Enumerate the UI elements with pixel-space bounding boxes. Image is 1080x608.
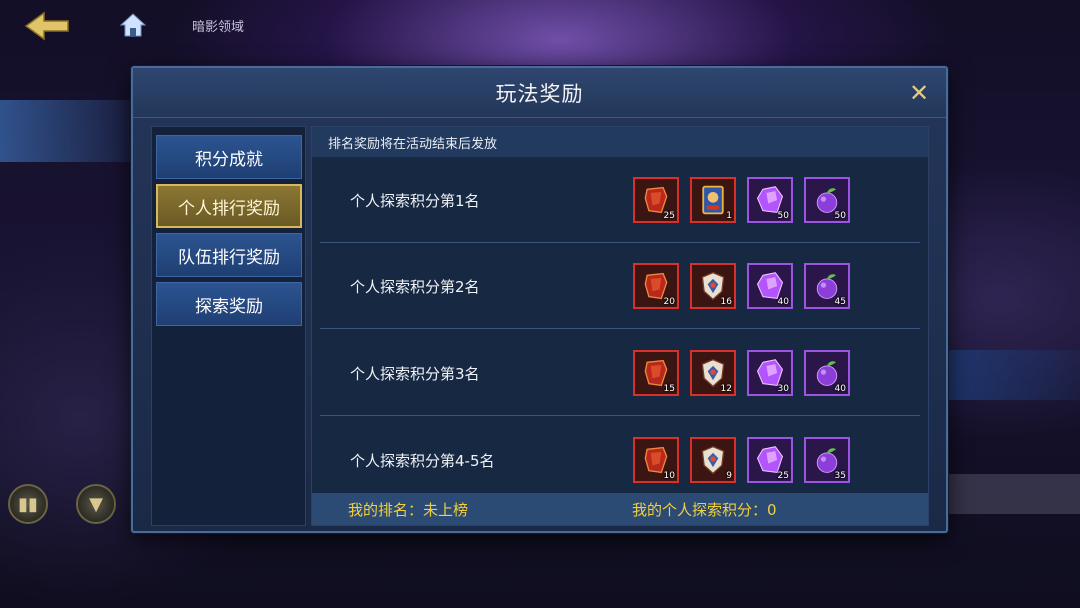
reward-item-slot[interactable]: 10 — [633, 437, 679, 483]
item-quantity: 45 — [834, 297, 846, 307]
shield-crest-icon — [697, 444, 729, 476]
back-arrow-icon[interactable] — [22, 8, 72, 44]
reward-items: 10 9 25 35 — [633, 437, 850, 483]
right-side-panel — [946, 350, 1080, 400]
notice-text: 排名奖励将在活动结束后发放 — [312, 127, 928, 157]
item-quantity: 40 — [777, 297, 789, 307]
item-quantity: 16 — [720, 297, 732, 307]
item-quantity: 25 — [777, 471, 789, 481]
item-quantity: 25 — [663, 211, 675, 221]
item-quantity: 35 — [834, 471, 846, 481]
tab-team-ranking[interactable]: 队伍排行奖励 — [156, 233, 302, 277]
rewards-content: 排名奖励将在活动结束后发放 个人探索积分第1名 25 1 50 50 个人探索积分第2名 2… — [311, 126, 929, 526]
rewards-dialog: 玩法奖励 ✕ 积分成就 个人排行奖励 队伍排行奖励 探索奖励 排名奖励将在活动结… — [131, 66, 948, 533]
rank-label: 个人探索积分第2名 — [350, 277, 480, 296]
right-side-input — [946, 474, 1080, 514]
book-icon: ▼ — [89, 493, 103, 515]
item-quantity: 10 — [663, 471, 675, 481]
reward-item-slot[interactable]: 30 — [747, 350, 793, 396]
home-icon[interactable] — [118, 10, 148, 40]
tab-personal-ranking[interactable]: 个人排行奖励 — [156, 184, 302, 228]
tab-list: 积分成就 个人排行奖励 队伍排行奖励 探索奖励 — [151, 126, 306, 526]
dialog-title: 玩法奖励 — [495, 82, 584, 106]
tab-points-achievement[interactable]: 积分成就 — [156, 135, 302, 179]
card-icon — [697, 184, 729, 216]
row-divider — [320, 415, 920, 416]
event-banner — [0, 100, 140, 162]
my-rank-text: 我的排名：未上榜 — [348, 500, 469, 519]
area-name-label: 暗影领域 — [192, 20, 245, 35]
reward-item-slot[interactable]: 50 — [804, 177, 850, 223]
item-quantity: 50 — [777, 211, 789, 221]
reward-item-slot[interactable]: 50 — [747, 177, 793, 223]
reward-items: 15 12 30 40 — [633, 350, 850, 396]
reward-item-slot[interactable]: 40 — [804, 350, 850, 396]
reward-item-slot[interactable]: 40 — [747, 263, 793, 309]
rank-reward-row: 个人探索积分第1名 25 1 50 50 — [320, 157, 920, 243]
reward-item-slot[interactable]: 25 — [747, 437, 793, 483]
bars-icon: ▮▮ — [18, 493, 38, 515]
item-quantity: 30 — [777, 384, 789, 394]
rank-label: 个人探索积分第1名 — [350, 191, 480, 210]
left-menu-button-1[interactable]: ▮▮ — [8, 484, 48, 524]
item-quantity: 1 — [726, 211, 732, 221]
my-score-text: 我的个人探索积分：0 — [632, 500, 777, 519]
reward-item-slot[interactable]: 35 — [804, 437, 850, 483]
rank-label: 个人探索积分第4-5名 — [350, 451, 495, 470]
reward-item-slot[interactable]: 20 — [633, 263, 679, 309]
item-quantity: 12 — [720, 384, 732, 394]
item-quantity: 40 — [834, 384, 846, 394]
reward-item-slot[interactable]: 16 — [690, 263, 736, 309]
reward-item-slot[interactable]: 15 — [633, 350, 679, 396]
reward-item-slot[interactable]: 45 — [804, 263, 850, 309]
rank-reward-row: 个人探索积分第4-5名 10 9 25 35 — [320, 417, 920, 503]
rank-label: 个人探索积分第3名 — [350, 364, 480, 383]
row-divider — [320, 328, 920, 329]
reward-items: 25 1 50 50 — [633, 177, 850, 223]
item-quantity: 9 — [726, 471, 732, 481]
reward-item-slot[interactable]: 1 — [690, 177, 736, 223]
item-quantity: 15 — [663, 384, 675, 394]
item-quantity: 20 — [663, 297, 675, 307]
rank-reward-row: 个人探索积分第3名 15 12 30 40 — [320, 330, 920, 416]
footer-bar: 我的排名：未上榜 我的个人探索积分：0 — [312, 493, 928, 525]
reward-item-slot[interactable]: 9 — [690, 437, 736, 483]
reward-item-slot[interactable]: 25 — [633, 177, 679, 223]
reward-items: 20 16 40 45 — [633, 263, 850, 309]
tab-explore-rewards[interactable]: 探索奖励 — [156, 282, 302, 326]
close-icon[interactable]: ✕ — [906, 79, 932, 107]
reward-item-slot[interactable]: 12 — [690, 350, 736, 396]
item-quantity: 50 — [834, 211, 846, 221]
left-menu-button-2[interactable]: ▼ — [76, 484, 116, 524]
rank-reward-row: 个人探索积分第2名 20 16 40 45 — [320, 243, 920, 329]
